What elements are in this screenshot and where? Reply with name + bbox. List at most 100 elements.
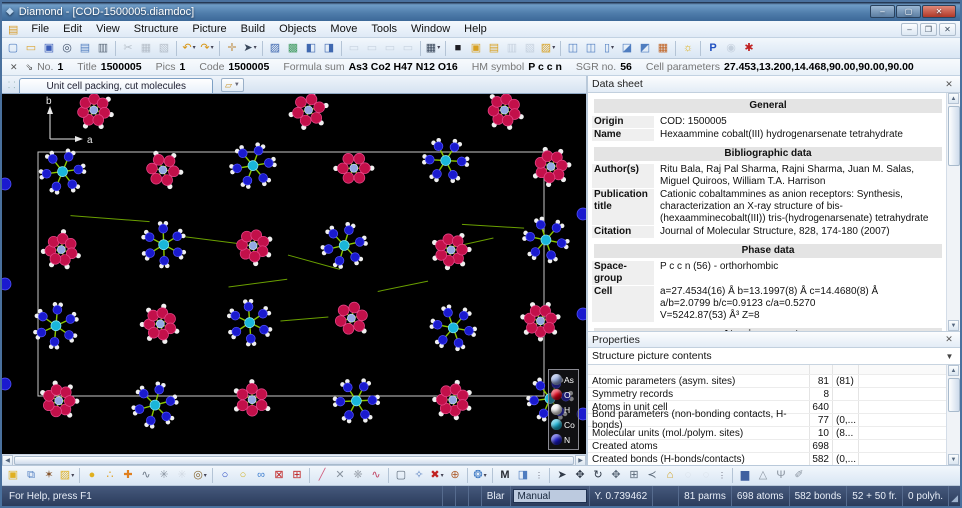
- print-icon[interactable]: ▥: [94, 39, 112, 57]
- properties-row[interactable]: Created bonds (H-bonds/contacts)582(0,..…: [588, 453, 946, 465]
- mdi-close-button[interactable]: ✕: [939, 23, 956, 36]
- copy-icon[interactable]: ▦: [137, 39, 155, 57]
- menu-build[interactable]: Build: [234, 22, 272, 36]
- molecule-net-icon[interactable]: ✳: [155, 467, 173, 485]
- menu-tools[interactable]: Tools: [364, 22, 404, 36]
- menu-file[interactable]: File: [24, 22, 56, 36]
- document-menu-icon[interactable]: ▤: [8, 23, 18, 36]
- picture-folder2-icon[interactable]: ▥: [503, 39, 521, 57]
- rotate-icon[interactable]: ↻: [589, 467, 607, 485]
- properties-category-select[interactable]: Structure picture contents ▼: [588, 348, 960, 365]
- distance-icon[interactable]: ◉: [722, 39, 740, 57]
- bond-x-icon[interactable]: ✕: [331, 467, 349, 485]
- new-document-icon[interactable]: ▢: [4, 39, 22, 57]
- menu-view[interactable]: View: [89, 22, 127, 36]
- datasheet-close-icon[interactable]: ✕: [942, 79, 956, 90]
- picture-auto-icon[interactable]: ▩: [284, 39, 302, 57]
- picture-small-icon[interactable]: ◨: [514, 467, 532, 485]
- picture-copy-icon[interactable]: ◧: [302, 39, 320, 57]
- destroy-icon[interactable]: ✖▾: [428, 467, 446, 485]
- properties-row[interactable]: Molecular units (mol./polym. sites)10(8.…: [588, 427, 946, 440]
- cut-icon[interactable]: ✂: [119, 39, 137, 57]
- maximize-button[interactable]: ▢: [896, 5, 921, 18]
- picture-frame-icon[interactable]: ◨: [320, 39, 338, 57]
- build-tools-icon[interactable]: ✶: [40, 467, 58, 485]
- home-view-icon[interactable]: ⌂: [661, 467, 679, 485]
- canvas-horizontal-scrollbar[interactable]: ◀ ▶: [2, 454, 586, 465]
- new-picture-icon[interactable]: ▣: [467, 39, 485, 57]
- resize-grip[interactable]: ◢: [948, 486, 960, 506]
- frame-4-icon[interactable]: ▭: [399, 39, 417, 57]
- chart-1-icon[interactable]: ◪: [618, 39, 636, 57]
- properties-scrollbar[interactable]: ▲ ▼: [946, 365, 960, 465]
- save-icon[interactable]: ▣: [40, 39, 58, 57]
- menu-move[interactable]: Move: [323, 22, 364, 36]
- molecule-m-icon[interactable]: M: [496, 467, 514, 485]
- properties-row[interactable]: Atomic parameters (asym. sites)81(81): [588, 375, 946, 388]
- menu-window[interactable]: Window: [404, 22, 457, 36]
- print-preview-icon[interactable]: ▤: [76, 39, 94, 57]
- connect-atoms-icon[interactable]: ∿: [137, 467, 155, 485]
- scrollbar-thumb[interactable]: [948, 106, 960, 166]
- new-picture-tab-button[interactable]: ▱▼: [221, 78, 244, 92]
- status-mode-field[interactable]: Manual: [510, 486, 589, 506]
- coordination-icon[interactable]: ◎▾: [191, 467, 209, 485]
- menu-structure[interactable]: Structure: [127, 22, 186, 36]
- frame-1-icon[interactable]: ▭: [345, 39, 363, 57]
- add-atoms-icon[interactable]: ∴: [101, 467, 119, 485]
- picture-blank-icon[interactable]: ▨: [266, 39, 284, 57]
- menu-picture[interactable]: Picture: [185, 22, 233, 36]
- table-mode-icon[interactable]: ▦▾: [424, 39, 442, 57]
- torsion-icon[interactable]: Ψ: [772, 467, 790, 485]
- fragment-icon[interactable]: ❋: [349, 467, 367, 485]
- sphere-pair-icon[interactable]: ∞: [252, 467, 270, 485]
- picture-folder-icon[interactable]: ▤: [485, 39, 503, 57]
- layout-full-icon[interactable]: ▯▾: [600, 39, 618, 57]
- structure-canvas[interactable]: ba AsOHCoN: [2, 94, 586, 454]
- scroll-right-icon[interactable]: ▶: [575, 455, 586, 466]
- walk-1-icon[interactable]: ◌: [679, 467, 697, 485]
- powder-pattern-icon[interactable]: P: [704, 39, 722, 57]
- hexagon-outline-icon[interactable]: ○: [216, 467, 234, 485]
- picture-creator-icon[interactable]: ▨▾: [58, 467, 76, 485]
- layout-split-icon[interactable]: ◫: [582, 39, 600, 57]
- cell-axes-icon[interactable]: ✧: [410, 467, 428, 485]
- shrink-icon[interactable]: ≺: [643, 467, 661, 485]
- fe-bond-icon[interactable]: ⊕: [446, 467, 464, 485]
- color-wheel-icon[interactable]: ❂▾: [471, 467, 489, 485]
- black-picture-icon[interactable]: ■: [449, 39, 467, 57]
- menu-objects[interactable]: Objects: [272, 22, 323, 36]
- tab-unit-cell-packing[interactable]: Unit cell packing, cut molecules: [19, 78, 213, 93]
- scroll-up-icon[interactable]: ▲: [948, 365, 959, 376]
- undo-icon[interactable]: ↶▾: [180, 39, 198, 57]
- open-folder-icon[interactable]: ▭: [22, 39, 40, 57]
- video-record-icon[interactable]: ✱: [740, 39, 758, 57]
- molecule-net2-icon[interactable]: ✳: [173, 467, 191, 485]
- measure-icon[interactable]: ✐: [790, 467, 808, 485]
- build-cell-icon[interactable]: ▣: [4, 467, 22, 485]
- chain-icon[interactable]: ∿: [367, 467, 385, 485]
- angle-icon[interactable]: △: [754, 467, 772, 485]
- select-arrow-icon[interactable]: ➤: [553, 467, 571, 485]
- properties-row[interactable]: Bond parameters (non-bonding contacts, H…: [588, 414, 946, 427]
- mdi-minimize-button[interactable]: –: [901, 23, 918, 36]
- frame-3-icon[interactable]: ▭: [381, 39, 399, 57]
- cell-cube-icon[interactable]: ▢: [392, 467, 410, 485]
- data-table-icon[interactable]: ▦: [654, 39, 672, 57]
- scrollbar-thumb[interactable]: [14, 456, 574, 465]
- paste-icon[interactable]: ▧: [155, 39, 173, 57]
- zoom-window-icon[interactable]: ⊞: [625, 467, 643, 485]
- properties-close-icon[interactable]: ✕: [942, 334, 956, 345]
- scroll-up-icon[interactable]: ▲: [948, 93, 959, 104]
- picture-import-icon[interactable]: ▨▾: [539, 39, 557, 57]
- scroll-down-icon[interactable]: ▼: [948, 320, 959, 331]
- lattice-cross-icon[interactable]: ⊠: [270, 467, 288, 485]
- add-single-atom-icon[interactable]: ✚: [119, 467, 137, 485]
- frame-2-icon[interactable]: ▭: [363, 39, 381, 57]
- lattice-grid-icon[interactable]: ⊞: [288, 467, 306, 485]
- histogram-icon[interactable]: ▆: [736, 467, 754, 485]
- hexagon-filled-icon[interactable]: ○: [234, 467, 252, 485]
- redo-icon[interactable]: ↷▾: [198, 39, 216, 57]
- picture-export-icon[interactable]: ▧: [521, 39, 539, 57]
- properties-row[interactable]: Created atoms698: [588, 440, 946, 453]
